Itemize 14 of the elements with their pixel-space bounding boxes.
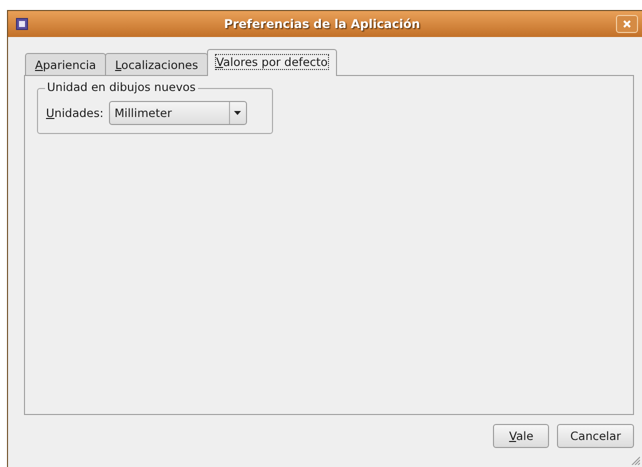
resize-grip-icon bbox=[631, 456, 640, 465]
close-button[interactable] bbox=[616, 15, 638, 33]
dialog-button[interactable]: Cancelar bbox=[557, 424, 634, 448]
tab[interactable]: Apariencia bbox=[25, 53, 106, 75]
field-label: Unidades: bbox=[46, 106, 104, 120]
unit-dropdown[interactable]: Millimeter bbox=[108, 101, 246, 125]
group-title: Unidad en dibujos nuevos bbox=[45, 80, 198, 94]
app-icon bbox=[16, 18, 28, 30]
tab[interactable]: Valores por defecto bbox=[207, 49, 337, 76]
tab[interactable]: Localizaciones bbox=[105, 53, 208, 75]
caret-icon bbox=[234, 111, 241, 115]
close-icon bbox=[623, 20, 631, 28]
window-title: Preferencias de la Aplicación bbox=[222, 17, 422, 31]
dialog-button[interactable]: Vale bbox=[493, 424, 550, 448]
